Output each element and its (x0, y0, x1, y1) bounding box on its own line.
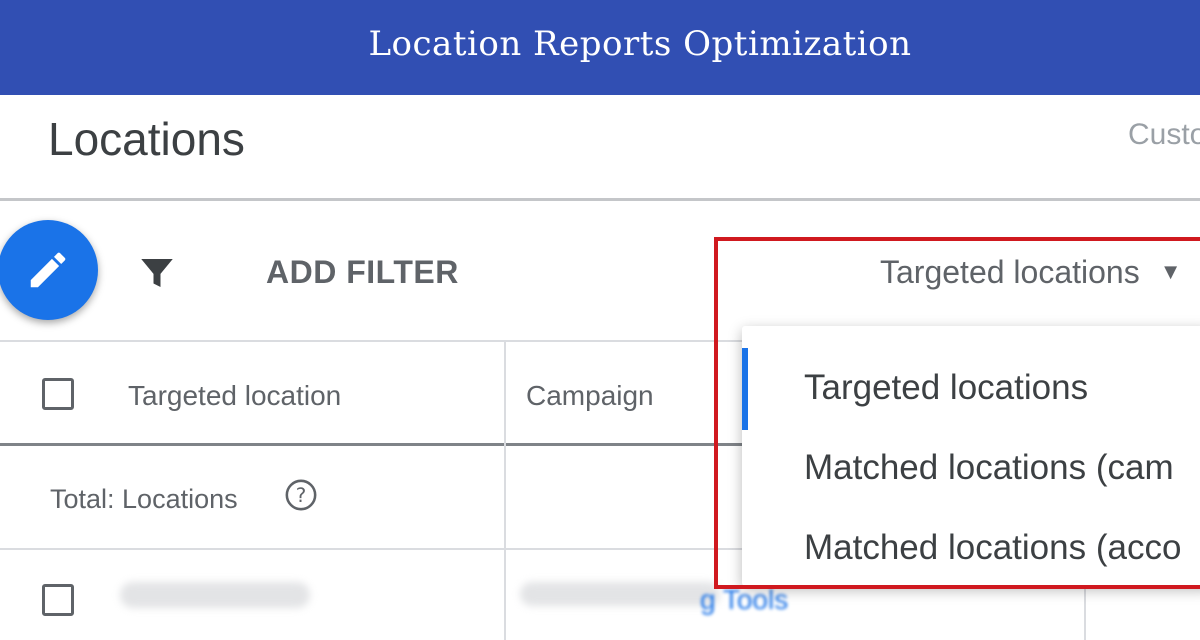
blurred-campaign-name (520, 582, 720, 606)
filter-icon[interactable] (136, 252, 178, 294)
help-circle-icon[interactable]: ? (284, 478, 318, 512)
column-divider (504, 340, 506, 640)
edit-button[interactable] (0, 220, 98, 320)
menu-item-matched-locations-campaign[interactable]: Matched locations (cam (804, 448, 1174, 488)
add-filter-button[interactable]: ADD FILTER (266, 254, 459, 291)
campaign-link[interactable]: g Tools (700, 584, 788, 616)
pencil-icon (30, 252, 66, 288)
menu-item-targeted-locations[interactable]: Targeted locations (804, 368, 1088, 408)
custom-date-range-label[interactable]: Custo (1128, 118, 1200, 152)
row-checkbox[interactable] (42, 584, 74, 616)
selected-indicator (742, 348, 748, 430)
location-view-select[interactable]: Targeted locations ▼ (880, 254, 1182, 291)
title-divider (0, 198, 1200, 201)
total-row-label: Total: Locations (50, 484, 238, 514)
blurred-location-name (120, 582, 310, 608)
dropdown-caret-icon: ▼ (1159, 259, 1182, 284)
menu-item-matched-locations-account[interactable]: Matched locations (acco (804, 528, 1181, 568)
banner-title: Location Reports Optimization (368, 23, 912, 64)
page-title: Locations (48, 113, 245, 165)
column-header-targeted-location[interactable]: Targeted location (128, 380, 341, 412)
location-view-dropdown-menu: Targeted locations Matched locations (ca… (742, 326, 1200, 586)
banner: Location Reports Optimization (0, 0, 1200, 95)
select-all-checkbox[interactable] (42, 378, 74, 410)
svg-text:?: ? (296, 484, 307, 507)
location-view-select-value: Targeted locations (880, 254, 1140, 290)
column-header-campaign[interactable]: Campaign (526, 380, 654, 412)
